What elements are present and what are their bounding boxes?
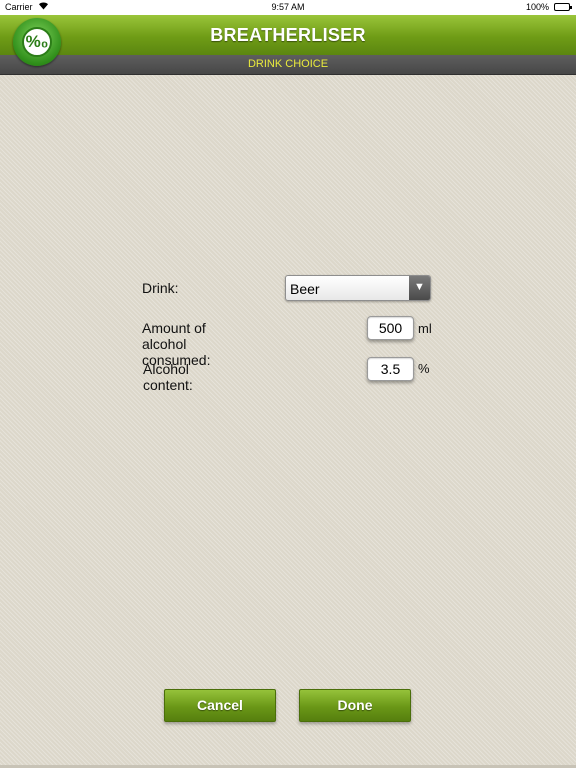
page-subtitle: DRINK CHOICE [247,58,329,70]
triangle-down-icon: ▼ [414,281,425,293]
alcohol-content-input[interactable]: 3.5 [367,357,414,381]
dropdown-button[interactable]: ▼ [409,276,430,300]
status-time: 9:57 AM [271,2,305,12]
logo-symbol: %₀ [22,27,52,57]
drink-label: Drink: [142,280,179,296]
battery-percentage: 100% [525,2,549,12]
sub-header-bar: DRINK CHOICE [0,55,576,75]
cancel-button[interactable]: Cancel [164,689,276,722]
permille-badge-icon: %₀ [13,18,61,66]
drink-select[interactable]: Beer ▼ [285,275,431,301]
done-button[interactable]: Done [299,689,411,722]
amount-unit: ml [418,321,432,336]
title-bar: BREATHERLISER [0,15,576,56]
alcohol-content-unit: % [418,361,430,376]
alcohol-content-label: Alcohol content: [143,361,193,393]
drink-select-value: Beer [290,281,320,297]
status-bar: Carrier 9:57 AM 100% [0,0,576,15]
amount-input[interactable]: 500 [367,316,414,340]
battery-icon [554,3,572,11]
app-title: BREATHERLISER [210,25,366,45]
